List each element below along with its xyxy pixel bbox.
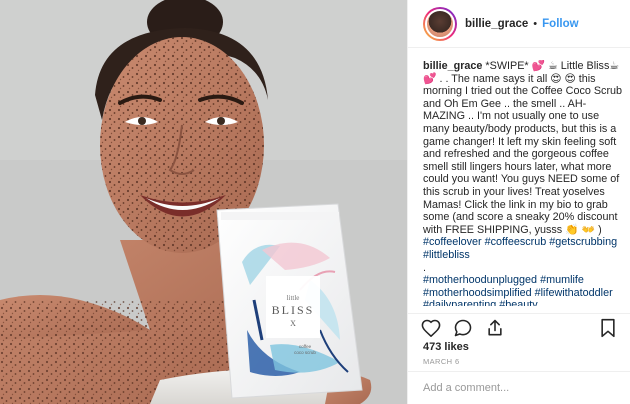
post-header: billie_grace • Follow (408, 0, 630, 48)
hashtag-link[interactable]: #lifewithatoddler (535, 287, 613, 299)
hashtag-link[interactable]: #motherhoodunplugged (423, 274, 537, 286)
hashtag-link[interactable]: #getscrubbing (549, 236, 617, 248)
caption-inline-hashtags: #coffeelover #coffeescrub #getscrubbing … (423, 236, 617, 261)
avatar[interactable] (423, 6, 457, 41)
caption-username[interactable]: billie_grace (423, 60, 482, 72)
hashtag-link[interactable]: #mumlife (540, 274, 584, 286)
caption-paragraph: billie_grace *SWIPE* 💕 ☕ Little Bliss☕ 💕… (423, 60, 623, 262)
hashtag-link[interactable]: #littlebliss (423, 249, 470, 261)
comment-input[interactable] (423, 382, 613, 394)
photo-illustration: little BLISS X coffee coco scrub (0, 0, 407, 404)
post-actions (408, 313, 630, 341)
hashtag-link[interactable]: #motherhoodsimplified (423, 287, 532, 299)
avatar-image (425, 8, 455, 39)
post-photo[interactable]: little BLISS X coffee coco scrub (0, 0, 407, 404)
follow-button[interactable]: Follow (542, 18, 578, 30)
comment-box (408, 371, 630, 404)
post-sidebar: billie_grace • Follow billie_grace *SWIP… (407, 0, 630, 404)
share-icon[interactable] (484, 317, 506, 339)
package-product-line2: coco scrub (294, 350, 316, 355)
caption-dot-line: . (423, 261, 426, 274)
post-caption: billie_grace *SWIPE* 💕 ☕ Little Bliss☕ 💕… (423, 60, 623, 306)
header-username[interactable]: billie_grace (465, 18, 528, 30)
caption-body: *SWIPE* 💕 ☕ Little Bliss☕ 💕 . . The name… (423, 60, 623, 236)
hashtag-link[interactable]: #dailyparenting (423, 299, 496, 306)
hashtag-link[interactable]: #coffeelover (423, 236, 482, 248)
hashtag-link[interactable]: #beauty (499, 299, 537, 306)
header-separator: • (533, 17, 538, 30)
hashtag-link[interactable]: #coffeescrub (485, 236, 547, 248)
package-product-line1: coffee (299, 344, 312, 349)
bookmark-icon[interactable] (597, 317, 619, 339)
post-date: MARCH 6 (423, 357, 460, 366)
heart-icon[interactable] (420, 317, 442, 339)
package-brand-small: little (287, 294, 300, 302)
likes-count[interactable]: 473 likes (423, 341, 469, 353)
caption-hashtag-block: #motherhoodunplugged #mumlife #motherhoo… (423, 274, 623, 306)
package-mark: X (290, 319, 296, 328)
comment-icon[interactable] (452, 317, 474, 339)
package-brand-large: BLISS (272, 303, 315, 317)
